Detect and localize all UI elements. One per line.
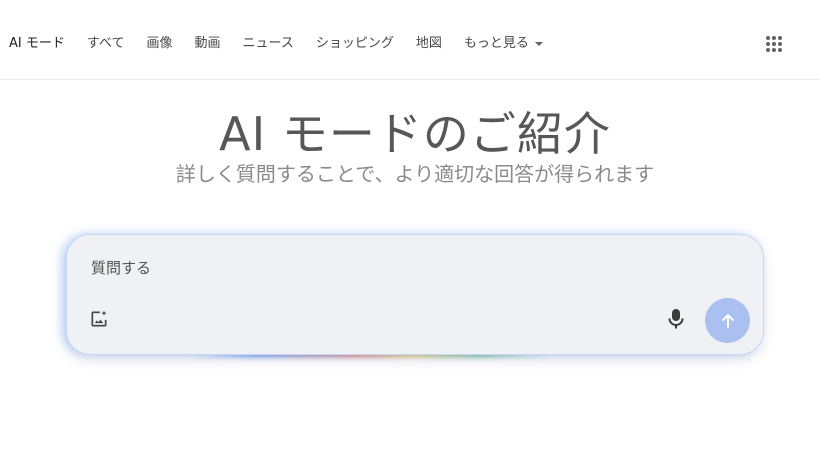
tab-all[interactable]: すべて — [87, 34, 125, 54]
tab-ai-mode[interactable]: AI モード — [9, 34, 65, 54]
top-nav-bar: AI モード すべて 画像 動画 ニュース ショッピング 地図 もっと見る — [0, 0, 820, 80]
tab-images[interactable]: 画像 — [146, 34, 172, 54]
send-button[interactable] — [705, 298, 750, 343]
tab-maps[interactable]: 地図 — [416, 34, 442, 54]
tab-shopping[interactable]: ショッピング — [316, 34, 394, 54]
arrow-up-icon — [721, 313, 734, 328]
caret-down-icon — [534, 42, 543, 46]
tab-news[interactable]: ニュース — [242, 34, 293, 54]
tab-more-label: もっと見る — [463, 36, 529, 51]
search-input[interactable] — [89, 255, 653, 281]
add-image-icon[interactable] — [89, 309, 109, 329]
tab-videos[interactable]: 動画 — [194, 34, 220, 54]
tab-more[interactable]: もっと見る — [464, 34, 543, 54]
page-title: AI モードのご紹介 — [219, 107, 611, 161]
search-tabs: AI モード すべて 画像 動画 ニュース ショッピング 地図 もっと見る — [9, 34, 565, 54]
mic-icon[interactable] — [667, 308, 685, 330]
apps-grid-icon[interactable] — [766, 36, 786, 56]
search-box — [66, 234, 764, 355]
page-subtitle: 詳しく質問することで、より適切な回答が得られます — [175, 162, 655, 186]
